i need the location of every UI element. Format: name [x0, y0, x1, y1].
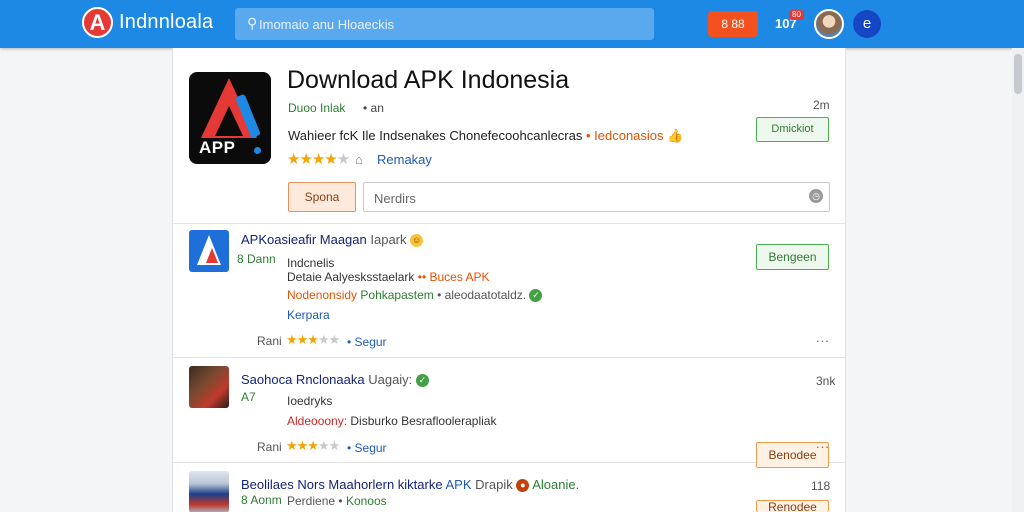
description-text: Wahieer fcK Ile Indsenakes Chonefecoohca… — [288, 128, 583, 143]
review-link[interactable]: Remakay — [377, 152, 432, 167]
header-rating-stars: ★★★★★ — [287, 150, 350, 168]
item-detail: Detaie Aalyesksstaelark •• Buces APK — [287, 270, 490, 284]
item-detail-tag[interactable]: •• Buces APK — [418, 270, 490, 284]
item-detail-text: Disburko Besrafloolerapliak — [350, 414, 497, 428]
app-logo-icon: APP — [189, 72, 271, 164]
item-link[interactable]: Kerpara — [287, 308, 330, 322]
item-rating-stars: ★★★★★ — [286, 438, 340, 454]
get-button[interactable]: Bengeen — [756, 244, 829, 270]
thumbs-up-icon[interactable]: 👍 — [667, 128, 683, 143]
item-title-apk[interactable]: APK — [446, 477, 472, 492]
item-size: 118 — [811, 479, 831, 493]
item-tag-3: • aleodaatotaldz. — [437, 288, 527, 302]
item-size: 3nk — [816, 374, 836, 388]
smile-icon: ☺ — [410, 234, 424, 247]
list-item[interactable]: Saohoca Rnclonaaka Uagaiy: ✓ A7 3nk Ioed… — [173, 358, 845, 468]
rating-stars-on: ★★★ — [286, 332, 319, 347]
item-sub: A7 — [241, 390, 256, 404]
page-title: Download APK Indonesia — [287, 66, 570, 94]
item-detail-text: Detaie Aalyesksstaelark — [287, 270, 415, 284]
brand-name[interactable]: Indnnloala — [119, 11, 213, 34]
rating-stars-on: ★★★ — [286, 438, 319, 453]
item-title[interactable]: Beolilaes Nors Maahorlern kiktarke APK D… — [241, 477, 579, 492]
filter-input[interactable] — [374, 189, 794, 207]
user-menu-button[interactable]: e — [853, 10, 881, 38]
item-category: Ioedryks — [287, 394, 333, 408]
more-options-icon[interactable]: ... — [816, 436, 830, 451]
header-size: 2m — [813, 98, 830, 112]
verified-check-icon: ✓ — [529, 289, 543, 302]
download-button[interactable]: Dmickiot — [756, 117, 829, 142]
filter-button[interactable]: Spona — [288, 182, 356, 212]
item-detail-tag[interactable]: Aldeooony: — [287, 414, 347, 428]
item-meta: Perdiene • Konoos — [287, 494, 387, 508]
count-badge: 80 — [789, 10, 804, 20]
item-category: Indcnelis — [287, 256, 335, 270]
header-meta: • an — [363, 101, 384, 115]
rating-label: Rani — [257, 440, 282, 454]
clock-icon[interactable]: ◷ — [809, 189, 823, 203]
item-rating-stars: ★★★★★ — [286, 332, 340, 348]
search-input[interactable] — [259, 14, 639, 34]
description-tag[interactable]: • Iedconasios — [586, 128, 664, 143]
search-bar[interactable]: ⚲ — [235, 8, 654, 40]
rating-stars-on: ★★★★ — [287, 151, 338, 168]
app-icon — [189, 471, 229, 512]
get-button[interactable]: Renodee — [756, 500, 829, 512]
home-icon[interactable]: ⌂ — [355, 152, 363, 167]
item-tag-2[interactable]: Pohkapastem — [360, 288, 433, 302]
item-meta-tag[interactable]: Konoos — [346, 494, 387, 508]
item-tag-1[interactable]: Nodenonsidy — [287, 288, 357, 302]
item-meta-text: Perdiene — [287, 494, 336, 508]
item-meta-sep: • — [338, 494, 343, 508]
item-title-tag-2[interactable]: Aloanie. — [532, 477, 579, 492]
item-detail: Aldeooony: Disburko Besrafloolerapliak — [287, 414, 496, 428]
scrollbar[interactable] — [1012, 48, 1024, 512]
filter-field[interactable]: ◷ — [363, 182, 830, 212]
app-logo-dot — [254, 147, 261, 154]
item-title[interactable]: Saohoca Rnclonaaka Uagaiy: ✓ — [241, 372, 429, 387]
avatar[interactable] — [814, 9, 844, 39]
item-title-tag: Drapik — [475, 477, 513, 492]
item-sub: 8 Aonm — [241, 493, 282, 507]
item-link-secondary[interactable]: • Segur — [347, 335, 387, 349]
badge-icon: ● — [516, 479, 530, 492]
rating-stars-off: ★ — [336, 151, 350, 168]
logo-icon[interactable]: A — [82, 7, 113, 38]
item-title-text[interactable]: APKoasieafir Maagan — [241, 232, 367, 247]
notification-button[interactable]: 8 88 — [708, 11, 758, 37]
item-title-text[interactable]: Saohoca Rnclonaaka — [241, 372, 365, 387]
app-header-card: APP Download APK Indonesia Duoo Inlak • … — [173, 48, 845, 224]
developer-link[interactable]: Duoo Inlak — [288, 101, 345, 115]
list-item[interactable]: Beolilaes Nors Maahorlern kiktarke APK D… — [173, 463, 845, 512]
app-logo-cutout — [215, 106, 243, 136]
main-content: APP Download APK Indonesia Duoo Inlak • … — [172, 48, 846, 512]
item-link-secondary[interactable]: • Segur — [347, 441, 387, 455]
rating-stars-off: ★★ — [317, 438, 340, 453]
app-logo-text: APP — [199, 138, 236, 157]
search-icon: ⚲ — [247, 15, 258, 31]
verified-check-icon: ✓ — [415, 374, 429, 387]
top-bar: A Indnnloala ⚲ 8 88 107 80 e — [0, 0, 1024, 48]
item-tags: Nodenonsidy Pohkapastem • aleodaatotaldz… — [287, 288, 543, 302]
header-description: Wahieer fcK Ile Indsenakes Chonefecoohca… — [288, 128, 683, 144]
rating-stars-off: ★★ — [317, 332, 340, 347]
list-item[interactable]: APKoasieafir Maagan Iapark ☺ 8 Dann Indc… — [173, 224, 845, 358]
item-title-tag: Uagaiy: — [368, 372, 413, 387]
app-icon — [189, 366, 229, 408]
rating-label: Rani — [257, 334, 282, 348]
item-title[interactable]: APKoasieafir Maagan Iapark ☺ — [241, 232, 424, 247]
app-icon-accent — [206, 248, 218, 263]
item-title-text[interactable]: Beolilaes Nors Maahorlern kiktarke — [241, 477, 443, 492]
item-title-tag: Iapark — [370, 232, 407, 247]
app-icon — [189, 230, 229, 272]
more-options-icon[interactable]: ... — [816, 330, 830, 345]
scrollbar-thumb[interactable] — [1014, 54, 1022, 94]
item-sub: 8 Dann — [237, 252, 276, 266]
